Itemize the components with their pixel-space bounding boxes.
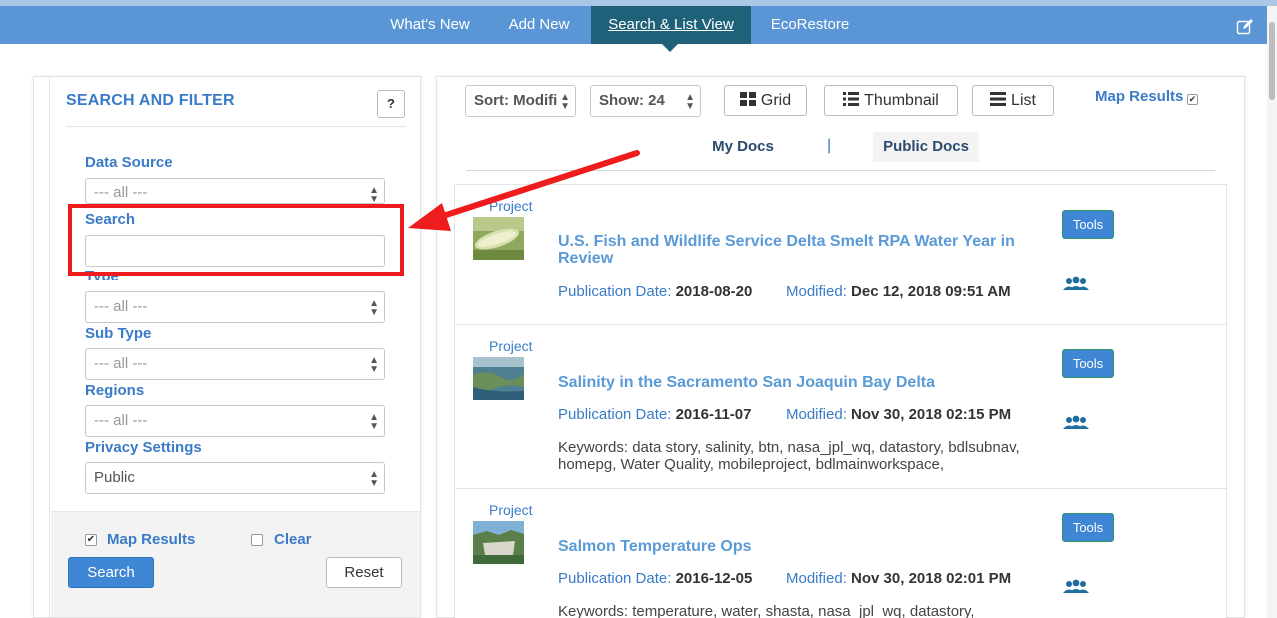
active-nav-caret: [662, 44, 678, 52]
result-card: Project Salinity in the Sacramento San J…: [455, 325, 1226, 489]
privacy-settings-label: Privacy Settings: [85, 439, 202, 456]
modified-value: Nov 30, 2018 02:01 PM: [851, 570, 1012, 587]
tab-public-docs[interactable]: Public Docs: [873, 132, 979, 162]
list-view-button[interactable]: List: [972, 85, 1054, 116]
result-thumbnail[interactable]: [473, 217, 524, 260]
tab-my-docs[interactable]: My Docs: [699, 132, 787, 162]
sub-type-select[interactable]: --- all --- ▲ ▼: [85, 348, 385, 380]
nav-search-list-view[interactable]: Search & List View: [591, 6, 751, 44]
result-thumbnail[interactable]: [473, 521, 524, 564]
tab-separator: |: [827, 137, 832, 154]
publication-date-label: Publication Date:: [558, 406, 672, 423]
divider: [66, 126, 406, 127]
modified-date: Modified: Nov 30, 2018 02:01 PM: [786, 570, 1011, 587]
result-title-link[interactable]: Salmon Temperature Ops: [558, 538, 1058, 555]
data-source-value: --- all ---: [94, 184, 148, 201]
clear-label[interactable]: Clear: [274, 531, 312, 548]
search-highlight-box: [68, 204, 404, 276]
privacy-settings-value: Public: [94, 469, 135, 486]
grid-icon: [739, 92, 756, 107]
thumbnail-list-icon: [843, 92, 860, 107]
result-keywords: Keywords: data story, salinity, btn, nas…: [558, 439, 1020, 473]
map-results-label[interactable]: Map Results: [107, 531, 195, 548]
sub-type-value: --- all ---: [94, 355, 148, 372]
publication-date-label: Publication Date:: [558, 570, 672, 587]
sub-type-label: Sub Type: [85, 325, 152, 342]
group-users-icon[interactable]: [1062, 415, 1090, 433]
result-title-link[interactable]: Salinity in the Sacramento San Joaquin B…: [558, 374, 1058, 391]
tools-button[interactable]: Tools: [1062, 513, 1114, 542]
nav-ecorestore[interactable]: EcoRestore: [756, 6, 864, 44]
modified-date: Modified: Nov 30, 2018 02:15 PM: [786, 406, 1011, 423]
data-source-label: Data Source: [85, 154, 173, 171]
search-button[interactable]: Search: [68, 557, 154, 588]
search-filter-panel: SEARCH AND FILTER ? Data Source --- all …: [33, 76, 421, 618]
panel-title: SEARCH AND FILTER: [66, 92, 235, 109]
modified-label: Modified:: [786, 406, 847, 423]
page: What's New Add New Search & List View Ec…: [0, 0, 1277, 618]
tabs-divider: [466, 170, 1215, 171]
privacy-settings-select[interactable]: Public ▲ ▼: [85, 462, 385, 494]
edit-icon[interactable]: [1236, 18, 1254, 36]
publication-date-value: 2016-12-05: [675, 570, 753, 587]
group-users-icon[interactable]: [1062, 579, 1090, 597]
map-results-checkbox[interactable]: ✔: [85, 534, 97, 546]
publication-date-value: 2016-11-07: [675, 406, 752, 423]
publication-date: Publication Date: 2016-11-07: [558, 406, 751, 423]
tools-button[interactable]: Tools: [1062, 349, 1114, 378]
sidebar-stripe: [34, 77, 50, 617]
result-type-link[interactable]: Project: [489, 502, 533, 518]
result-title-link[interactable]: U.S. Fish and Wildlife Service Delta Sme…: [558, 233, 1058, 267]
help-button[interactable]: ?: [377, 90, 405, 118]
publication-date: Publication Date: 2016-12-05: [558, 570, 752, 587]
regions-select[interactable]: --- all --- ▲ ▼: [85, 405, 385, 437]
sort-select[interactable]: Sort: Modifi ▲ ▼: [465, 85, 576, 117]
top-navbar: What's New Add New Search & List View Ec…: [0, 6, 1277, 44]
tools-button[interactable]: Tools: [1062, 210, 1114, 239]
group-users-icon[interactable]: [1062, 276, 1090, 294]
result-card: Project U.S. Fish and Wildlife Service D…: [455, 185, 1226, 325]
type-select[interactable]: --- all --- ▲ ▼: [85, 291, 385, 323]
grid-label: Grid: [760, 92, 792, 109]
regions-value: --- all ---: [94, 412, 148, 429]
data-source-select[interactable]: --- all --- ▲ ▼: [85, 178, 385, 204]
dam-thumbnail-image: [473, 521, 524, 564]
modified-date: Modified: Dec 12, 2018 09:51 AM: [786, 283, 1011, 300]
result-type-link[interactable]: Project: [489, 338, 533, 354]
map-results-toggle-checkbox[interactable]: ✔: [1187, 94, 1198, 105]
modified-label: Modified:: [786, 283, 847, 300]
delta-aerial-thumbnail-image: [473, 357, 524, 400]
results-panel: Sort: Modifi ▲ ▼ Show: 24 ▲ ▼ Grid Thumbna…: [436, 76, 1245, 618]
show-count-value: Show: 24: [599, 92, 665, 109]
regions-label: Regions: [85, 382, 145, 399]
thumbnail-label: Thumbnail: [864, 92, 939, 109]
thumbnail-view-button[interactable]: Thumbnail: [824, 85, 958, 116]
nav-add-new[interactable]: Add New: [492, 6, 586, 44]
clear-checkbox[interactable]: [251, 534, 263, 546]
publication-date-label: Publication Date:: [558, 283, 672, 300]
modified-label: Modified:: [786, 570, 847, 587]
scrollbar-thumb[interactable]: [1269, 22, 1275, 100]
modified-value: Dec 12, 2018 09:51 AM: [851, 283, 1011, 300]
reset-button[interactable]: Reset: [326, 557, 402, 588]
type-value: --- all ---: [94, 298, 148, 315]
result-card: Project Salmon Temperature Ops Publicati…: [455, 489, 1226, 618]
list-label: List: [1011, 92, 1036, 109]
list-icon: [990, 92, 1007, 107]
nav-whats-new[interactable]: What's New: [372, 6, 488, 44]
result-keywords: Keywords: temperature, water, shasta, na…: [558, 603, 975, 618]
result-type-link[interactable]: Project: [489, 198, 533, 214]
show-count-select[interactable]: Show: 24 ▲ ▼: [590, 85, 701, 117]
page-scrollbar[interactable]: [1267, 6, 1277, 618]
map-results-toggle-label[interactable]: Map Results: [1095, 88, 1183, 105]
results-list: Project U.S. Fish and Wildlife Service D…: [454, 184, 1227, 618]
result-thumbnail[interactable]: [473, 357, 524, 400]
sort-value: Sort: Modifi: [474, 92, 558, 109]
modified-value: Nov 30, 2018 02:15 PM: [851, 406, 1012, 423]
publication-date: Publication Date: 2018-08-20: [558, 283, 752, 300]
fish-thumbnail-image: [473, 217, 524, 260]
grid-view-button[interactable]: Grid: [724, 85, 807, 116]
publication-date-value: 2018-08-20: [675, 283, 753, 300]
